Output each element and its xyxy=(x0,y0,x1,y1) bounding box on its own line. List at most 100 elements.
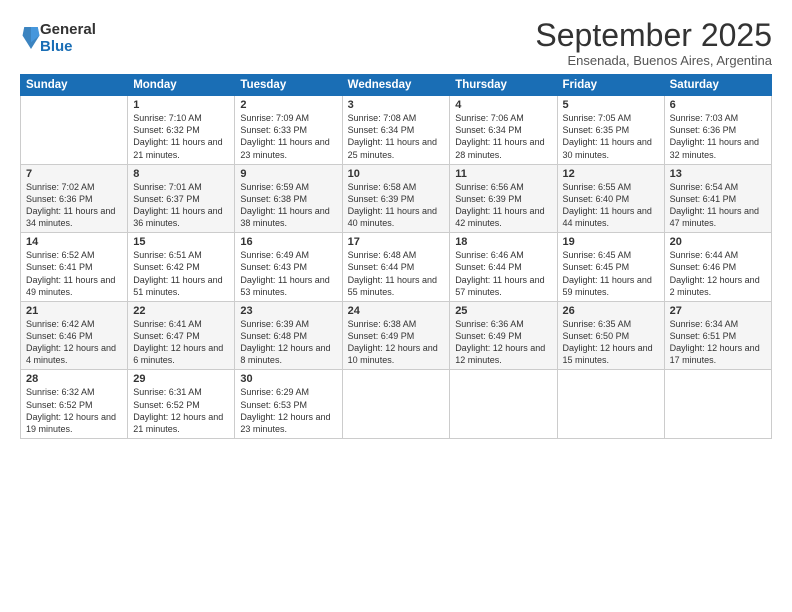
calendar-cell: 4Sunrise: 7:06 AMSunset: 6:34 PMDaylight… xyxy=(450,96,557,165)
day-number: 9 xyxy=(240,168,336,180)
day-number: 4 xyxy=(455,99,551,111)
day-info: Sunrise: 7:08 AMSunset: 6:34 PMDaylight:… xyxy=(348,112,445,161)
day-number: 12 xyxy=(563,168,659,180)
calendar-header-thursday: Thursday xyxy=(450,75,557,96)
day-number: 16 xyxy=(240,236,336,248)
calendar-cell: 25Sunrise: 6:36 AMSunset: 6:49 PMDayligh… xyxy=(450,301,557,370)
calendar-cell: 13Sunrise: 6:54 AMSunset: 6:41 PMDayligh… xyxy=(664,164,771,233)
calendar-week-row: 21Sunrise: 6:42 AMSunset: 6:46 PMDayligh… xyxy=(21,301,772,370)
page: General Blue September 2025 Ensenada, Bu… xyxy=(0,0,792,612)
day-info: Sunrise: 6:45 AMSunset: 6:45 PMDaylight:… xyxy=(563,249,659,298)
calendar-cell: 17Sunrise: 6:48 AMSunset: 6:44 PMDayligh… xyxy=(342,233,450,302)
calendar-cell: 18Sunrise: 6:46 AMSunset: 6:44 PMDayligh… xyxy=(450,233,557,302)
day-info: Sunrise: 6:51 AMSunset: 6:42 PMDaylight:… xyxy=(133,249,229,298)
calendar-cell: 5Sunrise: 7:05 AMSunset: 6:35 PMDaylight… xyxy=(557,96,664,165)
calendar-cell: 7Sunrise: 7:02 AMSunset: 6:36 PMDaylight… xyxy=(21,164,128,233)
day-number: 30 xyxy=(240,373,336,385)
calendar-cell xyxy=(21,96,128,165)
day-number: 11 xyxy=(455,168,551,180)
day-number: 1 xyxy=(133,99,229,111)
day-number: 13 xyxy=(670,168,766,180)
day-info: Sunrise: 6:46 AMSunset: 6:44 PMDaylight:… xyxy=(455,249,551,298)
day-info: Sunrise: 6:32 AMSunset: 6:52 PMDaylight:… xyxy=(26,386,122,435)
day-info: Sunrise: 6:55 AMSunset: 6:40 PMDaylight:… xyxy=(563,181,659,230)
calendar-cell: 21Sunrise: 6:42 AMSunset: 6:46 PMDayligh… xyxy=(21,301,128,370)
day-number: 2 xyxy=(240,99,336,111)
calendar-header-tuesday: Tuesday xyxy=(235,75,342,96)
day-number: 15 xyxy=(133,236,229,248)
calendar-cell: 1Sunrise: 7:10 AMSunset: 6:32 PMDaylight… xyxy=(128,96,235,165)
day-number: 20 xyxy=(670,236,766,248)
calendar-cell: 27Sunrise: 6:34 AMSunset: 6:51 PMDayligh… xyxy=(664,301,771,370)
calendar-week-row: 14Sunrise: 6:52 AMSunset: 6:41 PMDayligh… xyxy=(21,233,772,302)
logo-blue: Blue xyxy=(40,39,96,56)
calendar-cell xyxy=(664,370,771,439)
day-info: Sunrise: 6:36 AMSunset: 6:49 PMDaylight:… xyxy=(455,318,551,367)
day-number: 19 xyxy=(563,236,659,248)
calendar-cell: 23Sunrise: 6:39 AMSunset: 6:48 PMDayligh… xyxy=(235,301,342,370)
calendar-cell: 11Sunrise: 6:56 AMSunset: 6:39 PMDayligh… xyxy=(450,164,557,233)
day-number: 3 xyxy=(348,99,445,111)
day-info: Sunrise: 6:41 AMSunset: 6:47 PMDaylight:… xyxy=(133,318,229,367)
day-info: Sunrise: 6:31 AMSunset: 6:52 PMDaylight:… xyxy=(133,386,229,435)
day-number: 25 xyxy=(455,305,551,317)
day-info: Sunrise: 6:44 AMSunset: 6:46 PMDaylight:… xyxy=(670,249,766,298)
calendar-cell: 15Sunrise: 6:51 AMSunset: 6:42 PMDayligh… xyxy=(128,233,235,302)
day-info: Sunrise: 6:59 AMSunset: 6:38 PMDaylight:… xyxy=(240,181,336,230)
calendar-cell: 26Sunrise: 6:35 AMSunset: 6:50 PMDayligh… xyxy=(557,301,664,370)
day-info: Sunrise: 7:01 AMSunset: 6:37 PMDaylight:… xyxy=(133,181,229,230)
day-info: Sunrise: 6:42 AMSunset: 6:46 PMDaylight:… xyxy=(26,318,122,367)
calendar-cell: 24Sunrise: 6:38 AMSunset: 6:49 PMDayligh… xyxy=(342,301,450,370)
calendar-week-row: 28Sunrise: 6:32 AMSunset: 6:52 PMDayligh… xyxy=(21,370,772,439)
day-number: 6 xyxy=(670,99,766,111)
day-number: 17 xyxy=(348,236,445,248)
day-number: 23 xyxy=(240,305,336,317)
day-number: 10 xyxy=(348,168,445,180)
day-number: 22 xyxy=(133,305,229,317)
main-title: September 2025 xyxy=(535,18,772,53)
day-info: Sunrise: 6:39 AMSunset: 6:48 PMDaylight:… xyxy=(240,318,336,367)
title-block: September 2025 Ensenada, Buenos Aires, A… xyxy=(535,18,772,68)
day-info: Sunrise: 6:38 AMSunset: 6:49 PMDaylight:… xyxy=(348,318,445,367)
calendar-cell: 12Sunrise: 6:55 AMSunset: 6:40 PMDayligh… xyxy=(557,164,664,233)
day-number: 27 xyxy=(670,305,766,317)
day-number: 14 xyxy=(26,236,122,248)
day-info: Sunrise: 6:56 AMSunset: 6:39 PMDaylight:… xyxy=(455,181,551,230)
calendar-header-monday: Monday xyxy=(128,75,235,96)
calendar-cell: 30Sunrise: 6:29 AMSunset: 6:53 PMDayligh… xyxy=(235,370,342,439)
day-number: 29 xyxy=(133,373,229,385)
calendar-cell: 28Sunrise: 6:32 AMSunset: 6:52 PMDayligh… xyxy=(21,370,128,439)
day-info: Sunrise: 7:03 AMSunset: 6:36 PMDaylight:… xyxy=(670,112,766,161)
calendar-header-friday: Friday xyxy=(557,75,664,96)
day-info: Sunrise: 7:09 AMSunset: 6:33 PMDaylight:… xyxy=(240,112,336,161)
day-number: 7 xyxy=(26,168,122,180)
day-info: Sunrise: 6:48 AMSunset: 6:44 PMDaylight:… xyxy=(348,249,445,298)
calendar-table: SundayMondayTuesdayWednesdayThursdayFrid… xyxy=(20,74,772,439)
logo-text: General Blue xyxy=(40,22,96,55)
header: General Blue September 2025 Ensenada, Bu… xyxy=(20,18,772,68)
day-number: 18 xyxy=(455,236,551,248)
calendar-cell xyxy=(450,370,557,439)
calendar-header-row: SundayMondayTuesdayWednesdayThursdayFrid… xyxy=(21,75,772,96)
calendar-cell: 10Sunrise: 6:58 AMSunset: 6:39 PMDayligh… xyxy=(342,164,450,233)
calendar-header-sunday: Sunday xyxy=(21,75,128,96)
calendar-cell: 20Sunrise: 6:44 AMSunset: 6:46 PMDayligh… xyxy=(664,233,771,302)
calendar-cell: 16Sunrise: 6:49 AMSunset: 6:43 PMDayligh… xyxy=(235,233,342,302)
day-info: Sunrise: 6:35 AMSunset: 6:50 PMDaylight:… xyxy=(563,318,659,367)
day-info: Sunrise: 7:10 AMSunset: 6:32 PMDaylight:… xyxy=(133,112,229,161)
calendar-week-row: 7Sunrise: 7:02 AMSunset: 6:36 PMDaylight… xyxy=(21,164,772,233)
day-number: 24 xyxy=(348,305,445,317)
day-number: 5 xyxy=(563,99,659,111)
day-info: Sunrise: 7:02 AMSunset: 6:36 PMDaylight:… xyxy=(26,181,122,230)
day-info: Sunrise: 6:49 AMSunset: 6:43 PMDaylight:… xyxy=(240,249,336,298)
day-info: Sunrise: 6:34 AMSunset: 6:51 PMDaylight:… xyxy=(670,318,766,367)
day-number: 26 xyxy=(563,305,659,317)
day-info: Sunrise: 7:05 AMSunset: 6:35 PMDaylight:… xyxy=(563,112,659,161)
day-info: Sunrise: 6:54 AMSunset: 6:41 PMDaylight:… xyxy=(670,181,766,230)
calendar-cell: 2Sunrise: 7:09 AMSunset: 6:33 PMDaylight… xyxy=(235,96,342,165)
day-number: 28 xyxy=(26,373,122,385)
day-number: 8 xyxy=(133,168,229,180)
logo-general: General xyxy=(40,22,96,39)
day-info: Sunrise: 6:58 AMSunset: 6:39 PMDaylight:… xyxy=(348,181,445,230)
calendar-cell: 29Sunrise: 6:31 AMSunset: 6:52 PMDayligh… xyxy=(128,370,235,439)
